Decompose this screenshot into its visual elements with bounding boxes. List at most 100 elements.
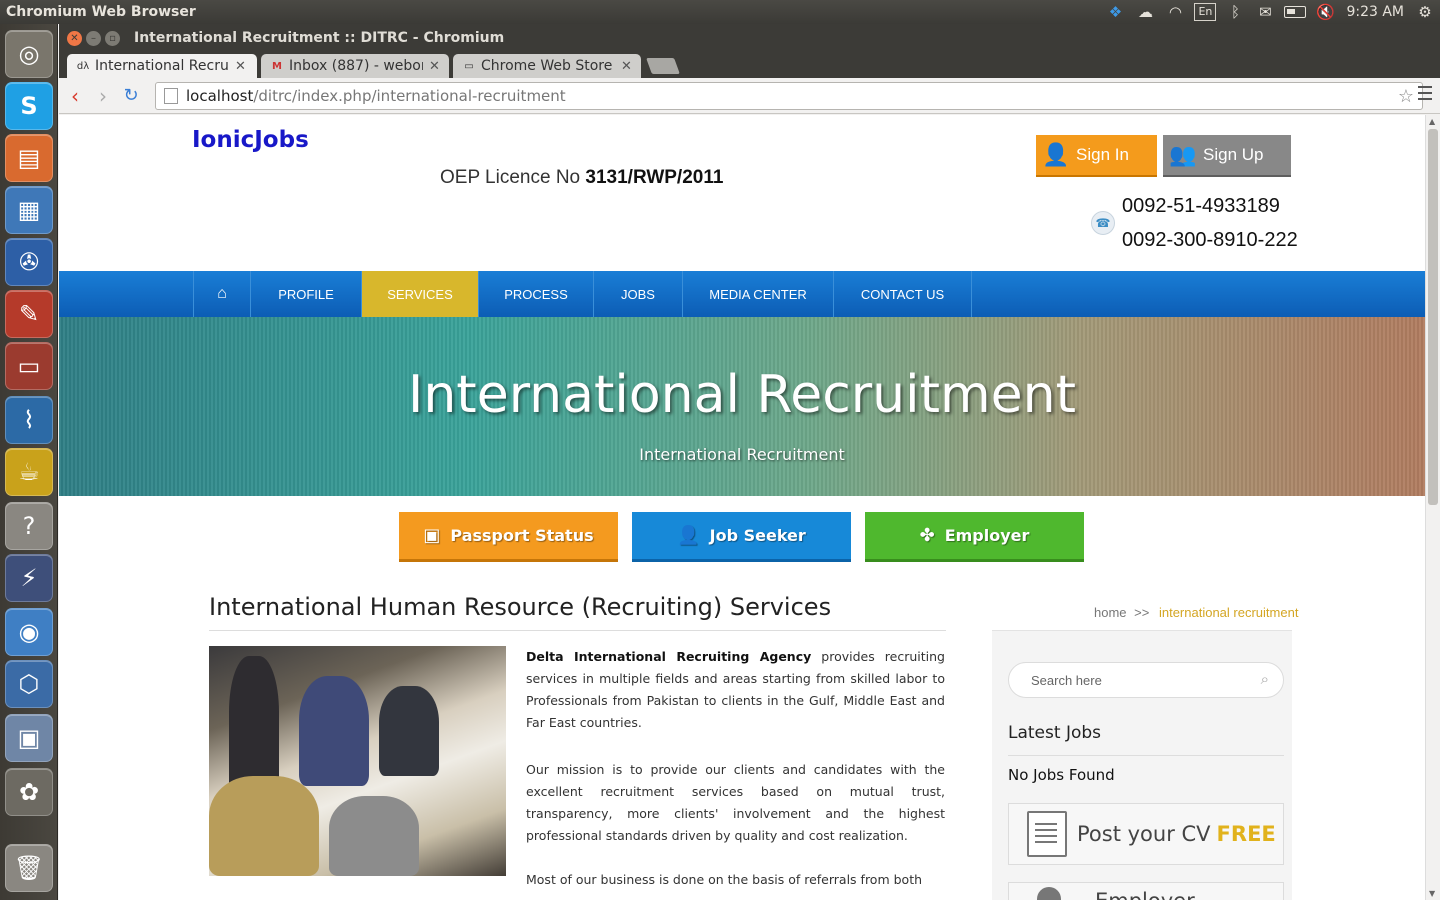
dropbox-icon[interactable]: ❖ <box>1100 0 1130 24</box>
volume-muted-icon[interactable]: 🔇 <box>1310 0 1340 24</box>
agency-name: Delta International Recruiting Agency <box>526 649 812 664</box>
page-banner: International Recruitment International … <box>59 317 1425 496</box>
nav-label: SERVICES <box>387 286 453 302</box>
skype-icon[interactable]: S <box>5 82 53 130</box>
thunderbird-icon[interactable]: ✇ <box>5 238 53 286</box>
site-logo[interactable]: IonicJobs <box>192 127 309 153</box>
system-tools-icon[interactable]: ✎ <box>5 290 53 338</box>
nav-process[interactable]: PROCESS <box>478 271 593 317</box>
breadcrumb-home[interactable]: home <box>1094 605 1127 620</box>
recruitment-photo <box>209 646 506 876</box>
forward-arrow-icon[interactable]: › <box>89 82 117 110</box>
chromium-icon[interactable]: ◉ <box>5 608 53 656</box>
archive-manager-icon[interactable]: ▭ <box>5 342 53 390</box>
scroll-down-arrow-icon[interactable]: ▼ <box>1429 889 1435 898</box>
nav-profile[interactable]: PROFILE <box>250 271 361 317</box>
presentation-icon[interactable]: ▤ <box>5 134 53 182</box>
settings-gear-icon[interactable]: ⚙ <box>1410 0 1440 24</box>
delta-favicon-icon: dλ <box>76 60 90 72</box>
passport-status-button[interactable]: ▣ Passport Status <box>399 512 618 562</box>
nav-home[interactable]: ⌂ <box>193 271 250 317</box>
panel-app-title: Chromium Web Browser <box>6 4 196 20</box>
tab-label: International Recrui <box>95 58 229 74</box>
back-arrow-icon[interactable]: ‹ <box>61 82 89 110</box>
search-icon[interactable]: ⌕ <box>1261 671 1269 688</box>
phone-number-2: 0092-300-8910-222 <box>1122 229 1298 251</box>
keyboard-language-icon[interactable]: En <box>1190 0 1220 24</box>
gimp-icon[interactable]: ✿ <box>5 768 53 816</box>
employer-button[interactable]: ✤ Employer <box>865 512 1084 562</box>
post-cv-button[interactable]: Post your CV FREE <box>1008 803 1284 865</box>
mysql-workbench-icon[interactable]: ⌇ <box>5 396 53 444</box>
tab-inbox[interactable]: M Inbox (887) - webone ✕ <box>261 54 449 78</box>
sidebar: Search here ⌕ Latest Jobs No Jobs Found … <box>992 630 1292 900</box>
passport-status-label: Passport Status <box>450 526 594 545</box>
tab-chrome-web-store[interactable]: ▭ Chrome Web Store - ✕ <box>453 54 641 78</box>
job-seeker-button[interactable]: 👤 Job Seeker <box>632 512 851 562</box>
sign-in-button[interactable]: 👤 Sign In <box>1036 135 1157 177</box>
teapot-icon[interactable]: ☕ <box>5 448 53 496</box>
search-input[interactable]: Search here ⌕ <box>1008 662 1284 698</box>
tab-label: Chrome Web Store - <box>481 58 615 74</box>
ubuntu-dash-icon[interactable]: ◎ <box>5 30 53 78</box>
page-viewport: IonicJobs OEP Licence No 3131/RWP/2011 👤… <box>59 115 1425 900</box>
nav-label: PROFILE <box>278 286 334 302</box>
clock[interactable]: 9:23 AM <box>1340 4 1410 20</box>
scrollbar-thumb[interactable] <box>1428 129 1438 505</box>
passport-icon: ▣ <box>423 525 441 546</box>
employer-box[interactable]: Employer <box>1008 882 1284 900</box>
nav-label: CONTACT US <box>860 286 945 302</box>
remote-desktop-icon[interactable]: ⚡ <box>5 554 53 602</box>
trash-icon[interactable]: 🗑 <box>5 844 53 892</box>
help-icon[interactable]: ? <box>5 502 53 550</box>
tab-close-icon[interactable]: ✕ <box>235 59 246 74</box>
scroll-up-arrow-icon[interactable]: ▲ <box>1429 117 1435 126</box>
cloud-icon[interactable]: ☁ <box>1130 0 1160 24</box>
employer-avatar-icon <box>1037 887 1061 900</box>
breadcrumb-current: international recruitment <box>1158 605 1299 620</box>
home-icon: ⌂ <box>217 285 227 302</box>
browser-menu-icon[interactable] <box>1418 86 1432 100</box>
nav-media-center[interactable]: MEDIA CENTER <box>682 271 833 317</box>
nav-services[interactable]: SERVICES <box>361 271 478 317</box>
group-icon: ✤ <box>919 525 935 546</box>
reload-icon[interactable]: ↻ <box>117 82 145 110</box>
mail-icon[interactable]: ✉ <box>1250 0 1280 24</box>
window-minimize-button[interactable]: – <box>86 30 101 46</box>
page-icon <box>164 88 178 104</box>
tab-close-icon[interactable]: ✕ <box>621 59 632 74</box>
phone-icon: ☎ <box>1091 211 1115 235</box>
bookmark-star-icon[interactable]: ☆ <box>1398 86 1414 107</box>
sign-up-button[interactable]: 👥 Sign Up <box>1163 135 1291 177</box>
language-indicator: En <box>1194 3 1217 21</box>
nav-jobs[interactable]: JOBS <box>593 271 682 317</box>
tab-international-recruitment[interactable]: dλ International Recrui ✕ <box>67 54 257 78</box>
virtualbox-icon[interactable]: ⬡ <box>5 660 53 708</box>
screenshot-icon[interactable]: ▣ <box>5 714 53 762</box>
phone-number-1: 0092-51-4933189 <box>1122 195 1280 217</box>
page-scrollbar[interactable]: ▲ ▼ <box>1425 115 1440 900</box>
battery-icon[interactable] <box>1280 0 1310 24</box>
address-bar[interactable]: localhost /ditrc/index.php/international… <box>155 82 1423 110</box>
window-close-button[interactable]: ✕ <box>67 30 82 46</box>
bluetooth-icon[interactable]: ᛒ <box>1220 0 1250 24</box>
nav-label: JOBS <box>621 286 655 302</box>
article-paragraph-2: Our mission is to provide our clients an… <box>526 762 945 843</box>
nav-contact-us[interactable]: CONTACT US <box>833 271 972 317</box>
licence-label: OEP Licence No <box>440 167 586 188</box>
window-maximize-button[interactable]: ▫ <box>105 30 120 46</box>
job-seeker-label: Job Seeker <box>709 526 806 545</box>
banner-subtitle: International Recruitment <box>639 445 845 464</box>
unity-launcher: ◎ S ▤ ▦ ✇ ✎ ▭ ⌇ ☕ ? ⚡ ◉ ⬡ ▣ ✿ 🗑 <box>0 24 58 900</box>
users-group-icon: 👥 <box>1169 142 1197 167</box>
tab-label: Inbox (887) - webone <box>289 58 423 74</box>
web-store-favicon-icon: ▭ <box>464 60 474 72</box>
wifi-icon[interactable]: ◠ <box>1160 0 1190 24</box>
post-cv-text: Post your CV <box>1077 822 1211 846</box>
writer-icon[interactable]: ▦ <box>5 186 53 234</box>
new-tab-button[interactable] <box>646 58 680 74</box>
nav-label: MEDIA CENTER <box>709 286 807 302</box>
sign-in-label: Sign In <box>1076 145 1129 164</box>
tab-close-icon[interactable]: ✕ <box>429 59 440 74</box>
user-icon: 👤 <box>1042 142 1070 167</box>
